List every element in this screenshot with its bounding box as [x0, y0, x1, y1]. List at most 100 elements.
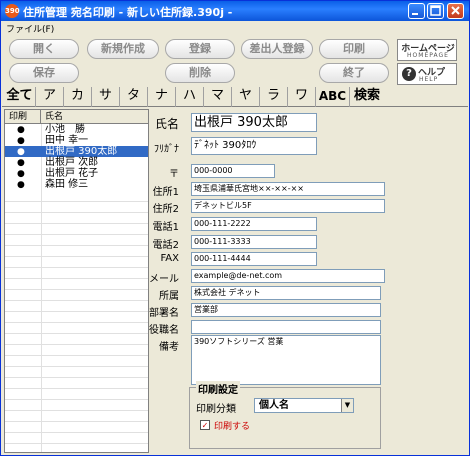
row-divider: [5, 410, 148, 411]
row-divider: [5, 322, 148, 323]
list-item[interactable]: ● 森田 修三: [5, 179, 148, 190]
label-note: 備考: [159, 342, 179, 353]
minimize-button[interactable]: [408, 3, 425, 19]
tab-na[interactable]: ナ: [148, 87, 176, 107]
help-icon: ?: [402, 67, 416, 81]
tab-sa[interactable]: サ: [92, 87, 120, 107]
list-header-name[interactable]: 氏名: [45, 110, 63, 124]
window-title: 住所管理 宛名印刷 - 新しい住所録.390j -: [23, 6, 233, 19]
company-field[interactable]: 株式会社 デネット: [191, 286, 381, 300]
phone2-field[interactable]: 000-111-3333: [191, 235, 317, 249]
print-category-value: 個人名: [259, 400, 289, 411]
note-field[interactable]: 390ソフトシリーズ 営業: [191, 335, 381, 385]
tab-a[interactable]: ア: [36, 87, 64, 107]
list-item-selected[interactable]: ● 出根戸 390太郎: [5, 146, 148, 157]
print-checkbox[interactable]: ✓: [200, 420, 210, 430]
label-kana: ﾌﾘｶﾞﾅ: [154, 144, 179, 155]
department-field[interactable]: 営業部: [191, 303, 381, 317]
print-mark: ●: [17, 136, 25, 146]
tab-wa[interactable]: ワ: [288, 87, 316, 107]
maximize-button[interactable]: [427, 3, 444, 19]
close-icon: [451, 6, 460, 15]
list-item-name: 小池 勝: [45, 124, 85, 135]
row-divider: [5, 201, 148, 202]
menu-bar: ファイル(F): [2, 21, 468, 35]
row-divider: [5, 300, 148, 301]
homepage-button[interactable]: ホームページ HOMEPAGE: [397, 39, 457, 61]
label-phone2: 電話2: [152, 240, 179, 251]
tab-ra[interactable]: ラ: [260, 87, 288, 107]
label-company: 所属: [159, 291, 179, 302]
exit-button[interactable]: 終了: [319, 63, 389, 83]
fax-field[interactable]: 000-111-4444: [191, 252, 317, 266]
tab-ya[interactable]: ヤ: [232, 87, 260, 107]
row-divider: [5, 256, 148, 257]
print-category-select[interactable]: 個人名 ▼: [254, 398, 354, 413]
list-item-name: 森田 修三: [45, 179, 89, 190]
open-button[interactable]: 開く: [9, 39, 79, 59]
zip-field[interactable]: 000-0000: [191, 164, 275, 178]
address1-field[interactable]: 埼玉県浦華氏宮地××-××-××: [191, 182, 385, 196]
name-field[interactable]: 出根戸 390太郎: [191, 113, 317, 132]
tab-ha[interactable]: ハ: [176, 87, 204, 107]
register-button[interactable]: 登録: [165, 39, 235, 59]
row-divider: [5, 399, 148, 400]
row-divider: [5, 366, 148, 367]
homepage-sublabel: HOMEPAGE: [407, 52, 449, 59]
row-divider: [5, 388, 148, 389]
app-window: 390 住所管理 宛名印刷 - 新しい住所録.390j - ファイル(F) 開く…: [0, 0, 470, 456]
list-item[interactable]: ● 小池 勝: [5, 124, 148, 135]
print-mark: ●: [17, 125, 25, 135]
label-department: 部署名: [149, 308, 179, 319]
print-button[interactable]: 印刷: [319, 39, 389, 59]
list-header-print[interactable]: 印刷: [5, 110, 41, 124]
title-field[interactable]: [191, 320, 381, 334]
row-divider: [5, 432, 148, 433]
tab-ka[interactable]: カ: [64, 87, 92, 107]
row-divider: [5, 289, 148, 290]
print-settings-group: 印刷設定 印刷分類 個人名 ▼ ✓ 印刷する: [189, 381, 381, 449]
help-button[interactable]: ? ヘルプ HELP: [397, 63, 457, 85]
kana-field[interactable]: ﾃﾞﾈｯﾄ 390ﾀﾛｳ: [191, 137, 317, 155]
tab-ma[interactable]: マ: [204, 87, 232, 107]
row-divider: [5, 443, 148, 444]
row-divider: [5, 355, 148, 356]
menu-file[interactable]: ファイル(F): [6, 22, 54, 35]
label-fax: FAX: [160, 253, 179, 264]
delete-button[interactable]: 削除: [165, 63, 235, 83]
label-title: 役職名: [149, 325, 179, 336]
label-mail: メール: [149, 274, 179, 285]
sender-register-button[interactable]: 差出人登録: [241, 39, 313, 59]
row-divider: [5, 212, 148, 213]
print-checkbox-label[interactable]: 印刷する: [214, 419, 250, 432]
row-divider: [5, 223, 148, 224]
list-item[interactable]: ● 出根戸 次郎: [5, 157, 148, 168]
label-address1: 住所1: [152, 187, 179, 198]
list-item-name: 出根戸 花子: [45, 168, 99, 179]
maximize-icon: [430, 5, 441, 16]
address2-field[interactable]: デネットビル5F: [191, 199, 385, 213]
tab-abc[interactable]: ABC: [316, 87, 350, 107]
tab-all[interactable]: 全て: [4, 87, 36, 107]
print-mark: ●: [17, 169, 25, 179]
list-item[interactable]: ● 出根戸 花子: [5, 168, 148, 179]
tab-ta[interactable]: タ: [120, 87, 148, 107]
print-settings-title: 印刷設定: [196, 381, 240, 396]
detail-form: 氏名 出根戸 390太郎 ﾌﾘｶﾞﾅ ﾃﾞﾈｯﾄ 390ﾀﾛｳ 〒 000-00…: [149, 109, 467, 453]
phone1-field[interactable]: 000-111-2222: [191, 217, 317, 231]
save-button[interactable]: 保存: [9, 63, 79, 83]
tab-search[interactable]: 検索: [350, 87, 384, 107]
contact-list[interactable]: 印刷 氏名 ● 小池 勝 ● 田中 幸一 ● 出根戸 390太郎 ● 出根戸 次…: [4, 109, 149, 453]
row-divider: [5, 333, 148, 334]
list-item[interactable]: ● 田中 幸一: [5, 135, 148, 146]
new-button[interactable]: 新規作成: [87, 39, 159, 59]
label-phone1: 電話1: [152, 222, 179, 233]
chevron-down-icon[interactable]: ▼: [341, 399, 353, 412]
list-item-name: 出根戸 390太郎: [45, 146, 118, 157]
close-button[interactable]: [447, 3, 464, 19]
mail-field[interactable]: example@de-net.com: [191, 269, 385, 283]
row-divider: [5, 267, 148, 268]
list-item-name: 田中 幸一: [45, 135, 89, 146]
title-bar[interactable]: 390 住所管理 宛名印刷 - 新しい住所録.390j -: [1, 1, 469, 21]
list-item-name: 出根戸 次郎: [45, 157, 99, 168]
